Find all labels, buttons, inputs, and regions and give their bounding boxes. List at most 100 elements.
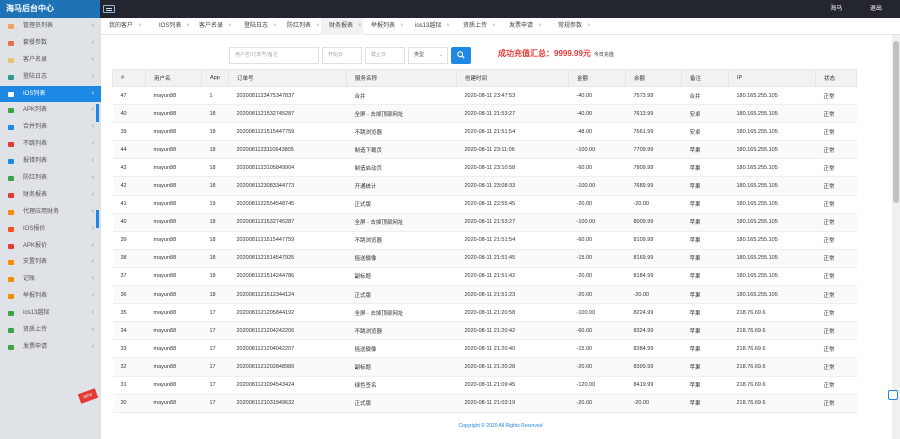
close-icon[interactable]: × (446, 23, 450, 29)
table-cell: 苹果 (681, 249, 729, 268)
tab[interactable]: 常规参数 × (550, 18, 594, 35)
close-icon[interactable]: × (316, 23, 320, 29)
sidebar-item[interactable]: 发票申请 ‹ (0, 339, 101, 356)
tab[interactable]: 发票申请 × (501, 18, 550, 35)
close-icon[interactable]: × (138, 23, 142, 29)
tab-label: 我的客户 (109, 23, 134, 29)
tab-label: 登陆日志 (244, 23, 269, 29)
chevron-left-icon: ‹ (91, 140, 94, 148)
sidebar-item[interactable]: 合并列表 ‹ (0, 119, 101, 136)
sidebar-indicator (96, 104, 99, 122)
antired-icon (8, 176, 14, 182)
table-cell: 40 (112, 213, 146, 232)
table-cell: mayun88 (145, 104, 202, 124)
sidebar-item-label: 报错列表 (23, 158, 48, 165)
close-icon[interactable]: × (358, 23, 362, 29)
summary-text: 成功充值汇总：9999.99元 (498, 49, 591, 58)
customer-icon (8, 57, 14, 63)
main-content: 用户名/订单号/备注 开始日 截止日 类型 ⌄ 成功充值汇总：9999.99元 今日… (101, 35, 900, 439)
table-cell: mayun88 (145, 176, 202, 196)
start-date-input[interactable]: 开始日 (322, 47, 362, 64)
sidebar-item[interactable]: 资质上传 ‹ (0, 322, 101, 339)
sidebar-item[interactable]: 登陆日志 ‹ (0, 69, 101, 86)
sidebar-item[interactable]: 代理应用财务 ‹ (0, 204, 101, 221)
close-icon[interactable]: × (538, 23, 542, 29)
table-cell: 苹果 (681, 339, 729, 359)
table-cell: 安卓 (681, 122, 729, 142)
table-cell: 218.76.69.6 (728, 339, 816, 359)
table-cell: 正常 (815, 176, 857, 196)
tab-label: 常规参数 (558, 23, 583, 29)
table-cell: 2020081121204042207 (228, 339, 347, 359)
table-cell: 8384.99 (625, 339, 682, 359)
sidebar-item-label: IOS列表 (23, 90, 46, 97)
logout-link[interactable]: 退出 (870, 6, 882, 12)
table-cell: mayun88 (145, 357, 202, 377)
user-name[interactable]: 海马 (830, 6, 842, 12)
table-cell: 苹果 (681, 140, 729, 160)
table-cell: 不跳浏览器 (346, 231, 457, 250)
table-cell: 17 (201, 394, 229, 413)
float-action-icon[interactable] (888, 390, 898, 400)
table-cell: 2020-08-11 21:53:27 (456, 104, 569, 124)
sidebar-item[interactable]: 举报列表 ‹ (0, 288, 101, 305)
table-cell: 38 (112, 249, 146, 268)
page-scrollbar[interactable] (892, 35, 900, 439)
sidebar-item[interactable]: ios13越狱 ‹ (0, 305, 101, 322)
table-cell: 37 (112, 267, 146, 287)
close-icon[interactable]: × (228, 23, 232, 29)
sidebar-item[interactable]: APK列表 ‹ (0, 102, 101, 119)
scrollbar-thumb[interactable] (893, 41, 899, 203)
table-cell: 8169.99 (625, 249, 682, 268)
table-cell: 18 (201, 267, 229, 287)
sidebar-item[interactable]: 管理员列表 ‹ (0, 18, 101, 35)
tab[interactable]: 我的客户 × (101, 18, 151, 35)
account-search-input[interactable]: 用户名/订单号/备注 (229, 47, 319, 64)
close-icon[interactable]: × (400, 23, 404, 29)
chevron-left-icon: ‹ (91, 309, 94, 317)
jailbreak-icon (8, 311, 14, 317)
end-date-input[interactable]: 截止日 (365, 47, 405, 64)
tab[interactable]: 登陆日志 × (236, 18, 279, 35)
tab[interactable]: 资质上传 × (455, 18, 501, 35)
table-cell: 2020081121512344124 (228, 285, 347, 305)
close-icon[interactable]: × (273, 23, 277, 29)
table-row: 36 mayun88 18 2020081121512344124 正式版 2020-08… (112, 285, 857, 305)
sidebar-item[interactable]: 套餐参数 ‹ (0, 35, 101, 52)
search-button[interactable] (451, 47, 471, 64)
type-select[interactable]: 类型 ⌄ (408, 47, 448, 64)
table-cell: mayun88 (145, 394, 202, 413)
table-cell: 2020081121031949632 (228, 394, 347, 413)
tab[interactable]: IOS列表 × (151, 18, 191, 35)
close-icon[interactable]: × (492, 23, 496, 29)
close-icon[interactable]: × (587, 23, 591, 29)
table-cell: mayun88 (145, 195, 202, 214)
menu-toggle-icon[interactable] (103, 5, 115, 13)
sidebar-item-label: 不跳列表 (23, 141, 48, 148)
table-cell: 正常 (815, 267, 857, 287)
table-cell: mayun88 (145, 339, 202, 359)
sidebar-item[interactable]: APK报价 ‹ (0, 238, 101, 255)
close-icon[interactable]: × (186, 23, 190, 29)
table-cell: 47 (112, 86, 146, 106)
tab[interactable]: 客户名录 × (191, 18, 236, 35)
sidebar-item[interactable]: 报错列表 ‹ (0, 153, 101, 170)
sidebar-item[interactable]: 支置列表 ‹ (0, 254, 101, 271)
table-cell: 苹果 (681, 357, 729, 377)
sidebar-item[interactable]: 记账 ‹ (0, 271, 101, 288)
table-cell: -48.00 (568, 122, 626, 142)
sidebar-item[interactable]: 财务报表 ‹ (0, 187, 101, 204)
sidebar-item[interactable]: 防红列表 ‹ (0, 170, 101, 187)
chevron-left-icon: ‹ (91, 292, 94, 300)
sidebar-item[interactable]: 客户名录 ‹ (0, 52, 101, 69)
tab[interactable]: ios13越狱 × (407, 18, 455, 35)
sidebar-item[interactable]: IOS列表 ‹ (0, 85, 101, 103)
sidebar-item[interactable]: 不跳列表 ‹ (0, 136, 101, 153)
table-row: 37 mayun88 18 2020081121514244786 副标题 2020-08… (112, 267, 857, 287)
tab[interactable]: 举报列表 × (363, 18, 407, 35)
tab[interactable]: 财务报表 × (321, 18, 363, 35)
table-cell: 18 (201, 122, 229, 142)
table-cell: 摇送摄像 (346, 249, 457, 268)
sidebar-item[interactable]: IOS报价 ‹ (0, 221, 101, 238)
tab[interactable]: 防红列表 × (279, 18, 321, 35)
